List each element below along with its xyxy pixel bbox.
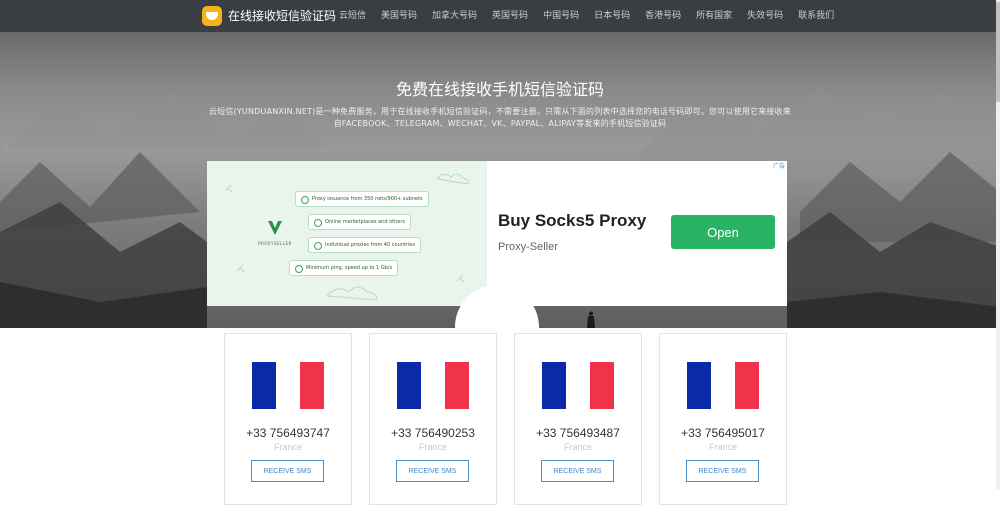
hero-title: 免费在线接收手机短信验证码 (395, 80, 604, 99)
ad-open-button[interactable]: Open (671, 215, 775, 249)
person-silhouette-icon (587, 311, 595, 328)
phone-number[interactable]: +33 756495017 (660, 426, 786, 440)
scrollbar-thumb[interactable] (996, 2, 1000, 102)
ad-title[interactable]: Buy Socks5 Proxy (498, 211, 646, 231)
ad-choices-icon[interactable]: 广告 (773, 161, 785, 170)
receive-sms-button[interactable]: RECEIVE SMS (251, 460, 324, 482)
ad-subtitle[interactable]: Proxy-Seller (498, 241, 558, 253)
nav-item-cloud-sms[interactable]: 云短信 (339, 10, 366, 22)
nav-item-all-countries[interactable]: 所有国家 (696, 10, 732, 22)
page-scrollbar[interactable] (996, 0, 1000, 489)
number-list: +33 756493747 France RECEIVE SMS +33 756… (0, 328, 1000, 505)
phone-number[interactable]: +33 756493487 (515, 426, 641, 440)
nav-item-us-numbers[interactable]: 美国号码 (381, 10, 417, 22)
country-name: France (563, 442, 592, 452)
france-flag-icon (397, 362, 469, 409)
nav-item-canada-numbers[interactable]: 加拿大号码 (432, 10, 477, 22)
receive-sms-button[interactable]: RECEIVE SMS (396, 460, 469, 482)
ad-decoration (224, 173, 469, 301)
ad-image[interactable]: PROXYSELLER Proxy issuance from 350 nets… (207, 161, 487, 306)
top-navbar: 在线接收短信验证码 云短信 美国号码 加拿大号码 英国号码 中国号码 日本号码 … (0, 0, 1000, 32)
number-card[interactable]: +33 756493747 France RECEIVE SMS (224, 333, 352, 505)
nav-item-japan-numbers[interactable]: 日本号码 (594, 10, 630, 22)
nav-menu: 云短信 美国号码 加拿大号码 英国号码 中国号码 日本号码 香港号码 所有国家 … (339, 10, 834, 22)
nav-item-hongkong-numbers[interactable]: 香港号码 (645, 10, 681, 22)
number-card[interactable]: +33 756493487 France RECEIVE SMS (514, 333, 642, 505)
france-flag-icon (252, 362, 324, 409)
site-logo-icon[interactable] (202, 6, 222, 26)
nav-item-china-numbers[interactable]: 中国号码 (543, 10, 579, 22)
france-flag-icon (542, 362, 614, 409)
number-card[interactable]: +33 756490253 France RECEIVE SMS (369, 333, 497, 505)
receive-sms-button[interactable]: RECEIVE SMS (686, 460, 759, 482)
receive-sms-button[interactable]: RECEIVE SMS (541, 460, 614, 482)
nav-item-contact-us[interactable]: 联系我们 (798, 10, 834, 22)
nav-item-uk-numbers[interactable]: 英国号码 (492, 10, 528, 22)
nav-item-expired-numbers[interactable]: 失效号码 (747, 10, 783, 22)
site-brand[interactable]: 在线接收短信验证码 (228, 8, 336, 24)
country-name: France (418, 442, 447, 452)
phone-number[interactable]: +33 756490253 (370, 426, 496, 440)
hero-description: 云短信(YUNDUANXIN.NET)是一种免费服务，用于在线接收手机短信验证码… (208, 107, 792, 128)
phone-number[interactable]: +33 756493747 (225, 426, 351, 440)
number-card[interactable]: +33 756495017 France RECEIVE SMS (659, 333, 787, 505)
country-name: France (708, 442, 737, 452)
france-flag-icon (687, 362, 759, 409)
country-name: France (273, 442, 302, 452)
